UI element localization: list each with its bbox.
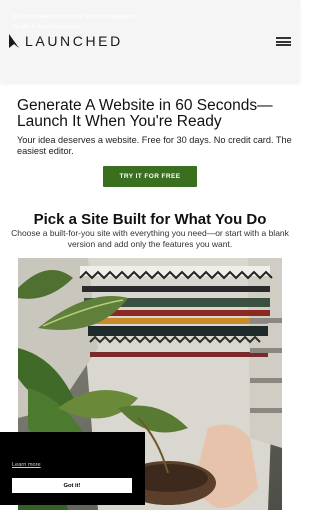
logo[interactable]: LAUNCHED — [8, 33, 123, 49]
cookie-text: We use cookies that are only strictly ne… — [12, 14, 137, 30]
section-subtitle: Choose a built-for-you site with everyth… — [11, 228, 289, 249]
hero-title: Generate A Website in 60 Seconds—Launch … — [17, 97, 273, 130]
hamburger-menu-icon[interactable] — [276, 37, 291, 46]
hero-subtitle: Your idea deserves a website. Free for 3… — [17, 135, 292, 156]
try-it-free-button[interactable]: TRY IT FOR FREE — [103, 166, 197, 187]
logo-text: LAUNCHED — [25, 33, 123, 49]
section-title: Pick a Site Built for What You Do — [33, 211, 267, 228]
learn-more-link[interactable]: Learn more — [12, 461, 41, 470]
got-it-button[interactable]: Got it! — [12, 478, 132, 493]
launch-arrow-icon — [9, 34, 19, 48]
